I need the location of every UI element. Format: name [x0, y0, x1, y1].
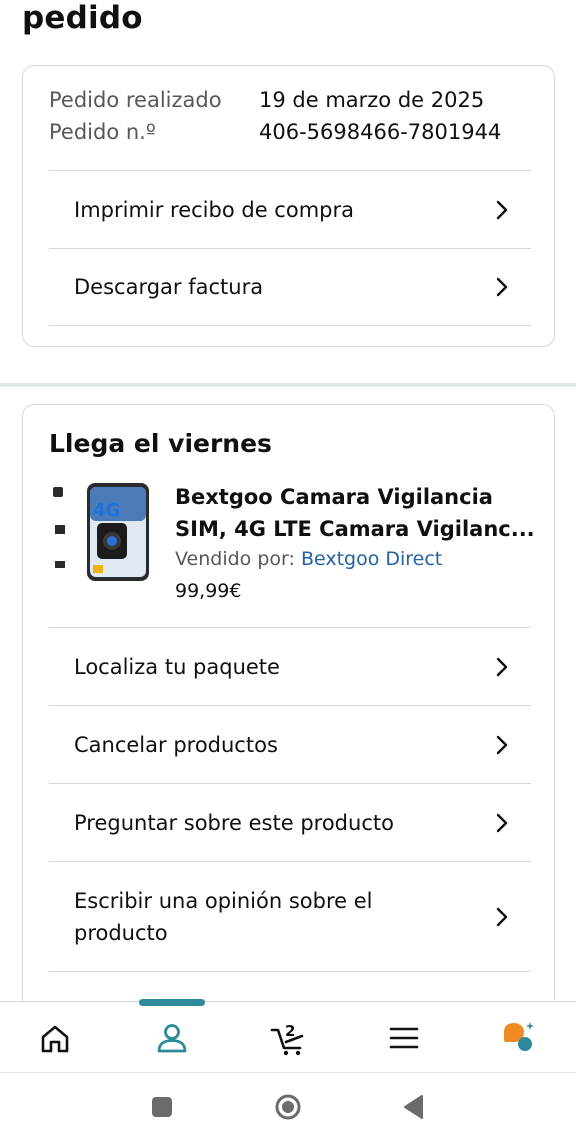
chevron-right-icon	[496, 735, 508, 754]
download-invoice-link[interactable]: Descargar factura	[49, 248, 531, 326]
home-circle-icon[interactable]	[274, 1093, 302, 1121]
menu-icon[interactable]	[386, 1020, 422, 1056]
track-package-label: Localiza tu paquete	[74, 654, 280, 679]
delivery-title: Llega el viernes	[49, 429, 272, 458]
print-receipt-label: Imprimir recibo de compra	[74, 197, 354, 222]
cancel-products-label: Cancelar productos	[74, 732, 278, 757]
system-navigation-bar	[0, 1072, 576, 1140]
write-review-label: Escribir una opinión sobre el producto	[74, 888, 373, 945]
account-icon[interactable]	[154, 1020, 190, 1056]
recents-icon[interactable]	[148, 1093, 176, 1121]
write-review-link[interactable]: Escribir una opinión sobre el producto	[49, 861, 531, 971]
download-invoice-label: Descargar factura	[74, 275, 264, 299]
product-title[interactable]: Bextgoo Camara Vigilancia SIM, 4G LTE Ca…	[175, 481, 540, 545]
product-price: 99,99€	[175, 580, 242, 602]
order-number-label: Pedido n.º	[49, 120, 156, 144]
order-number-value: 406-5698466-7801944	[259, 120, 502, 144]
cart-count-badge: 2	[285, 1022, 295, 1040]
print-receipt-link[interactable]: Imprimir recibo de compra	[49, 170, 531, 248]
track-package-link[interactable]: Localiza tu paquete	[49, 627, 531, 705]
chevron-right-icon	[496, 657, 508, 676]
rufus-assistant-icon[interactable]	[500, 1020, 536, 1056]
home-icon[interactable]	[37, 1020, 73, 1056]
delivery-card: Llega el viernes 4G Bextgoo Camara Vigil…	[22, 404, 555, 1024]
cart-icon[interactable]: 2	[270, 1020, 310, 1056]
seller-line: Vendido por: Bextgoo Direct	[175, 548, 442, 570]
chevron-right-icon	[496, 907, 508, 926]
order-placed-label: Pedido realizado	[49, 88, 222, 112]
page-title: pedido	[22, 0, 143, 36]
product-image[interactable]: 4G	[49, 481, 151, 583]
product-image-4g-badge: 4G	[93, 500, 120, 521]
back-icon[interactable]	[400, 1093, 428, 1121]
chevron-right-icon	[496, 200, 508, 219]
order-placed-value: 19 de marzo de 2025	[259, 88, 485, 112]
chevron-right-icon	[496, 813, 508, 832]
order-info-card: Pedido realizado 19 de marzo de 2025 Ped…	[22, 65, 555, 347]
ask-about-product-label: Preguntar sobre este producto	[74, 810, 394, 835]
bottom-nav-bar: 2	[0, 999, 576, 1072]
cancel-products-link[interactable]: Cancelar productos	[49, 705, 531, 783]
ask-about-product-link[interactable]: Preguntar sobre este producto	[49, 783, 531, 861]
chevron-right-icon	[496, 277, 508, 297]
active-tab-indicator	[139, 999, 205, 1006]
seller-label: Vendido por:	[175, 548, 295, 570]
section-divider	[0, 383, 576, 387]
seller-link[interactable]: Bextgoo Direct	[301, 548, 442, 570]
